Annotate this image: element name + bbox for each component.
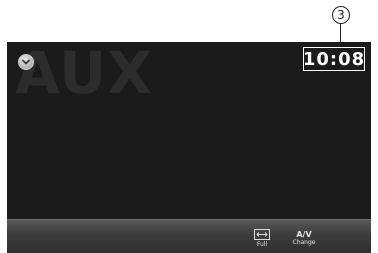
full-screen-button[interactable]: Full — [251, 227, 273, 249]
callout-marker: 3 — [332, 6, 350, 24]
av-change-button[interactable]: A/V Change — [289, 227, 319, 249]
callout-number: 3 — [337, 8, 345, 22]
aux-screen: AUX 10:08 Full A/V Change — [7, 42, 371, 253]
chevron-down-icon — [21, 59, 31, 65]
wide-mode-icon — [254, 228, 270, 240]
callout-leader-line — [340, 24, 341, 42]
av-label: A/V — [296, 230, 312, 239]
full-label: Full — [256, 240, 268, 248]
bottom-control-bar: Full A/V Change — [7, 219, 371, 253]
change-label: Change — [292, 239, 316, 246]
source-label: AUX — [15, 42, 153, 107]
clock-display[interactable]: 10:08 — [303, 47, 365, 71]
menu-button[interactable] — [18, 54, 34, 70]
